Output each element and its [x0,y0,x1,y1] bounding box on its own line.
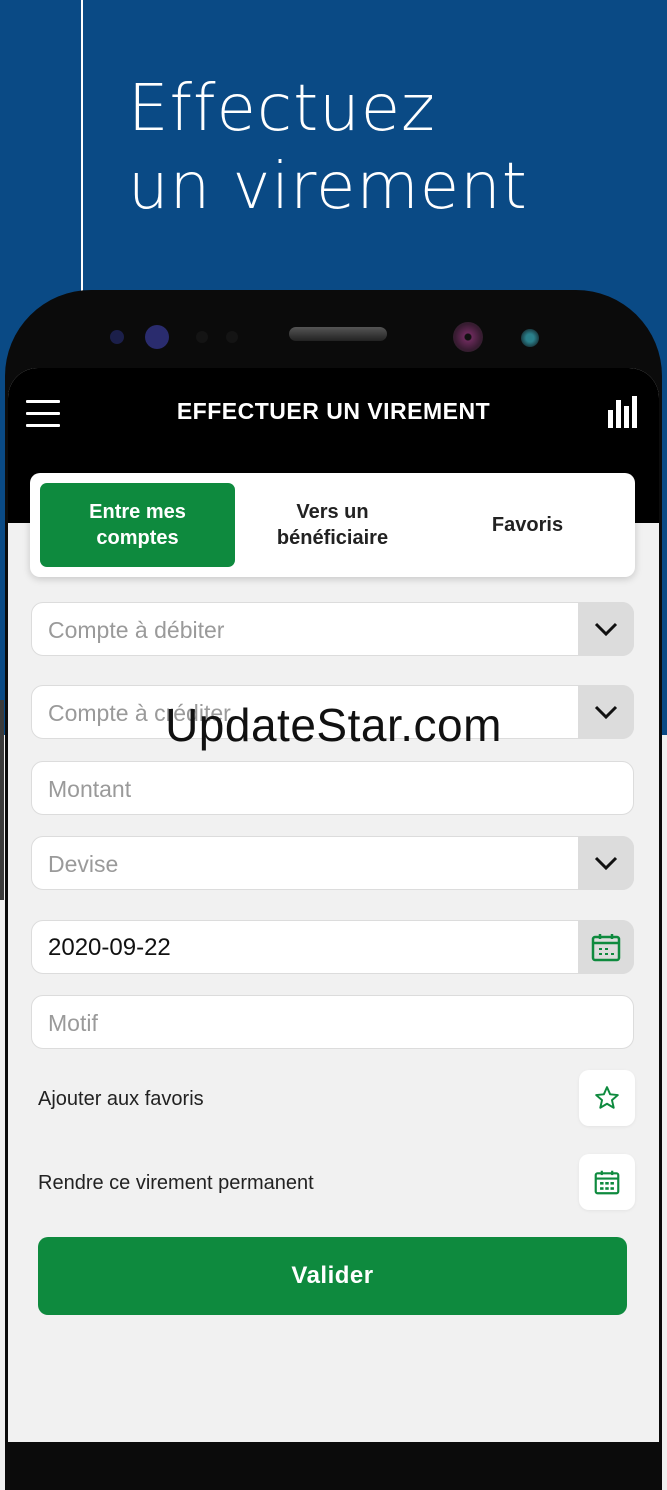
add-to-favorites-label: Ajouter aux favoris [38,1088,204,1110]
star-icon [595,1086,619,1109]
bar-chart-icon[interactable] [608,396,638,428]
debit-account-select[interactable]: Compte à débiter [31,602,634,656]
tab-between-accounts[interactable]: Entre mes comptes [40,483,235,567]
submit-button[interactable]: Valider [38,1237,627,1315]
chevron-down-icon[interactable] [578,602,634,656]
currency-placeholder: Devise [48,851,119,877]
light-sensor [521,329,539,347]
add-to-favorites-button[interactable] [579,1070,635,1126]
tab-favorites[interactable]: Favoris [430,483,625,567]
permanent-transfer-label: Rendre ce virement permanent [38,1172,314,1194]
calendar-icon[interactable] [578,920,634,974]
calendar-icon [594,1170,620,1195]
tab-to-beneficiary[interactable]: Vers un bénéficiaire [235,483,430,567]
amount-input[interactable]: Montant [31,761,634,815]
date-input[interactable]: 2020-09-22 [31,920,634,974]
app-screen: EFFECTUER UN VIREMENT Entre mes comptes V… [8,368,659,1442]
front-sensor [145,325,169,349]
promo-headline: Effectuez un virement [128,70,528,226]
ir-sensor-2 [226,331,238,343]
currency-select[interactable]: Devise [31,836,634,890]
chevron-down-icon[interactable] [578,836,634,890]
front-camera [453,322,483,352]
tab-label: Vers un [296,501,369,523]
date-value: 2020-09-22 [48,934,171,961]
reason-placeholder: Motif [48,1010,98,1036]
watermark-text: UpdateStar.com [165,699,502,751]
debit-account-placeholder: Compte à débiter [48,617,225,643]
promo-headline-line1: Effectuez [128,72,436,146]
amount-placeholder: Montant [48,776,132,802]
reason-input[interactable]: Motif [31,995,634,1049]
tab-label: bénéficiaire [276,527,389,549]
transfer-type-tabs: Entre mes comptes Vers un bénéficiaire Fav… [30,473,635,577]
promo-divider-line [81,0,83,300]
tab-label: Entre mes [89,501,186,523]
earpiece-speaker [289,327,387,341]
page-title: EFFECTUER UN VIREMENT [176,398,491,424]
proximity-sensor [110,330,124,344]
ir-sensor [196,331,208,343]
tab-label: Favoris [491,514,564,536]
promo-headline-line2: un virement [128,150,528,224]
permanent-transfer-button[interactable] [579,1154,635,1210]
tab-label: comptes [96,527,179,549]
